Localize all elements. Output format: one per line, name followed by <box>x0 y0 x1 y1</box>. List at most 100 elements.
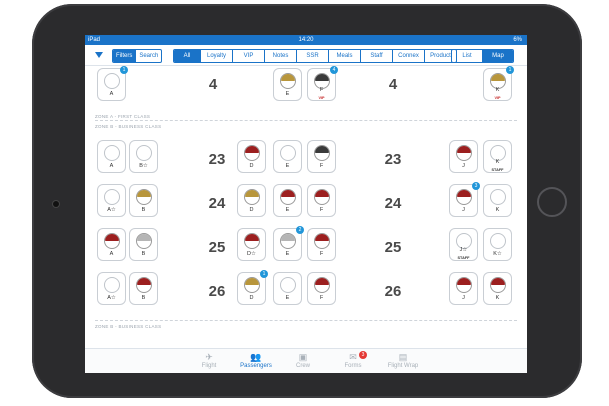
staff-tag: STAFF <box>491 168 504 172</box>
seat-26j[interactable]: J <box>449 272 478 305</box>
seat-4k[interactable]: K VIP 1 <box>483 66 514 101</box>
tab-flight-wrap[interactable]: ▤ Flight Wrap <box>373 352 433 369</box>
zone-label-business: ZONE B - BUSINESS CLASS <box>95 324 162 329</box>
seat-23f[interactable]: F <box>307 140 336 173</box>
seat-letter: F <box>319 251 324 257</box>
notification-badge: 1 <box>506 66 514 74</box>
seat-25b[interactable]: B <box>129 228 158 261</box>
seat-26b[interactable]: B <box>129 272 158 305</box>
tab-label: Passengers <box>240 363 272 369</box>
seat-23a[interactable]: A <box>97 140 126 173</box>
tab-notes[interactable]: Notes <box>264 50 296 62</box>
seat-23e[interactable]: E <box>273 140 302 173</box>
tab-all[interactable]: All <box>174 50 200 62</box>
notification-badge: 1 <box>120 66 128 74</box>
passenger-avatar <box>490 277 506 293</box>
seat-24b[interactable]: B <box>129 184 158 217</box>
passenger-avatar <box>136 145 152 161</box>
seat-23d[interactable]: D <box>237 140 266 173</box>
seat-23k[interactable]: K STAFF <box>483 140 512 173</box>
search-button[interactable]: Search <box>135 50 161 62</box>
seat-4e[interactable]: E <box>273 68 302 101</box>
seat-25k[interactable]: K☆ <box>483 228 512 261</box>
filter-toolbar: Filters Search All Loyalty VIP Notes SSR… <box>85 45 527 66</box>
notification-badge: 3 <box>472 182 480 190</box>
list-view-button[interactable]: List <box>452 50 482 62</box>
seat-letter: A☆ <box>107 207 116 213</box>
seat-25f[interactable]: F <box>307 228 336 261</box>
tab-connex[interactable]: Connex <box>392 50 424 62</box>
passenger-avatar <box>280 277 296 293</box>
row-number: 26 <box>208 283 226 300</box>
seat-4a[interactable]: A 1 <box>97 66 128 101</box>
vip-tag: VIP <box>494 96 501 100</box>
seat-24a[interactable]: A☆ <box>97 184 126 217</box>
tab-staff[interactable]: Staff <box>360 50 392 62</box>
passenger-avatar <box>280 233 296 249</box>
row-number: 24 <box>208 195 226 212</box>
collapse-triangle-icon[interactable] <box>95 52 103 58</box>
seat-letter: D <box>249 163 254 169</box>
seat-letter: D☆ <box>247 251 256 257</box>
row-number: 25 <box>384 239 402 256</box>
seat-26e[interactable]: E <box>273 272 302 305</box>
passenger-avatar <box>104 145 120 161</box>
seat-4f[interactable]: F VIP 4 <box>307 66 338 101</box>
seat-23j[interactable]: J <box>449 140 478 173</box>
seat-letter: J☆ <box>459 247 468 253</box>
seat-24j[interactable]: J 3 <box>449 182 480 217</box>
status-bar: iPad 14:20 6% <box>85 35 527 45</box>
map-view-button[interactable]: Map <box>482 50 513 62</box>
staff-tag: STAFF <box>457 256 470 260</box>
seat-letter: F <box>319 163 324 169</box>
passenger-avatar <box>244 233 260 249</box>
passenger-avatar <box>314 233 330 249</box>
tab-vip[interactable]: VIP <box>232 50 264 62</box>
seat-letter: K <box>495 87 500 93</box>
home-button[interactable] <box>537 187 567 217</box>
tab-meals[interactable]: Meals <box>328 50 360 62</box>
document-icon: ▤ <box>398 352 408 362</box>
passenger-avatar <box>136 189 152 205</box>
tab-label: Flight <box>201 363 217 369</box>
row-number: 23 <box>384 151 402 168</box>
front-camera <box>53 201 59 207</box>
seat-letter: F <box>319 87 324 93</box>
seat-25j[interactable]: J☆ STAFF <box>449 228 478 261</box>
tab-label: Flight Wrap <box>387 363 419 369</box>
seat-25d[interactable]: D☆ <box>237 228 266 261</box>
filters-button[interactable]: Filters <box>113 50 136 62</box>
seat-24e[interactable]: E <box>273 184 302 217</box>
passenger-avatar <box>490 189 506 205</box>
passenger-avatar <box>490 233 506 249</box>
seat-25e[interactable]: E 2 <box>273 226 304 261</box>
seat-26k[interactable]: K <box>483 272 512 305</box>
zone-label-first: ZONE A - FIRST CLASS <box>95 114 151 119</box>
seat-letter: K <box>495 295 500 301</box>
seat-26f[interactable]: F <box>307 272 336 305</box>
seat-25a[interactable]: A <box>97 228 126 261</box>
forms-count-badge: 3 <box>359 351 367 359</box>
seat-letter: D <box>249 207 254 213</box>
seat-24k[interactable]: K <box>483 184 512 217</box>
battery-level: 6% <box>513 37 522 43</box>
seat-map: A 1 4 E F VIP 4 4 K VIP 1 ZONE A - FIRST… <box>85 66 527 348</box>
seat-24d[interactable]: D <box>237 184 266 217</box>
bottom-tab-bar: ✈ Flight 👥 Passengers ▣ Crew ✉ 3 Forms ▤… <box>85 348 527 373</box>
app-screen: iPad 14:20 6% Filters Search All Loyalty… <box>85 35 527 373</box>
seat-24f[interactable]: F <box>307 184 336 217</box>
row-number: 25 <box>208 239 226 256</box>
passenger-avatar <box>314 189 330 205</box>
seat-23b[interactable]: B☆ <box>129 140 158 173</box>
row-number: 23 <box>208 151 226 168</box>
passenger-avatar <box>314 145 330 161</box>
passenger-avatar <box>104 233 120 249</box>
seat-26a[interactable]: A☆ <box>97 272 126 305</box>
seat-26d[interactable]: D 1 <box>237 270 268 305</box>
tab-ssr[interactable]: SSR <box>296 50 328 62</box>
tab-loyalty[interactable]: Loyalty <box>200 50 232 62</box>
row-number: 24 <box>384 195 402 212</box>
row-number: 4 <box>208 76 218 93</box>
zone-divider <box>95 320 517 321</box>
passenger-avatar <box>280 73 296 89</box>
